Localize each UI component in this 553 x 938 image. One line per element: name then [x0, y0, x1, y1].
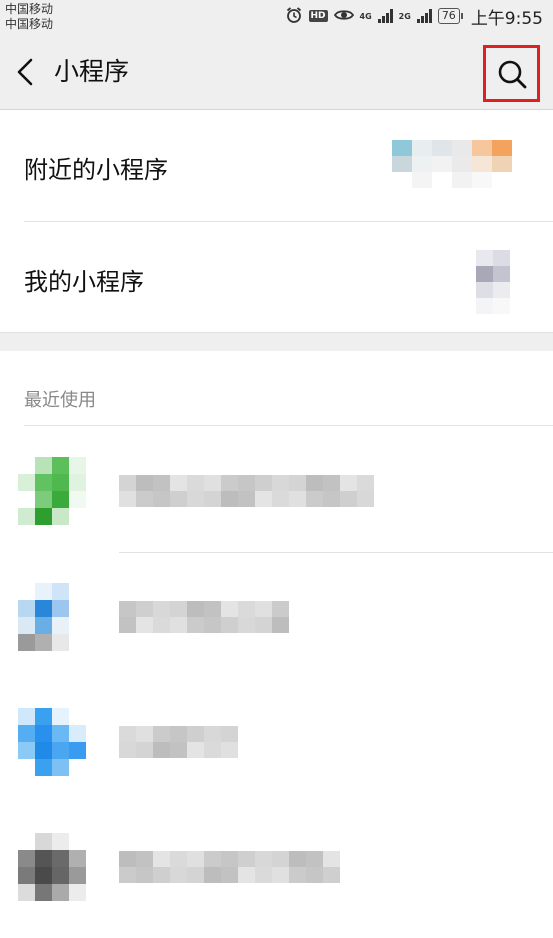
- my-mini-programs-label: 我的小程序: [24, 268, 144, 296]
- mini-program-icon-green: [18, 457, 86, 525]
- recent-item[interactable]: [0, 427, 553, 552]
- clock: 上午9:55: [470, 8, 543, 29]
- section-divider: [24, 425, 553, 426]
- search-icon: [498, 60, 526, 88]
- recent-item-name: [119, 726, 238, 758]
- back-button[interactable]: [8, 52, 42, 92]
- mini-program-icon-lightblue: [18, 708, 86, 776]
- signal-2g-label: 2G: [398, 11, 411, 21]
- signal-2g-icon: [416, 9, 432, 23]
- mini-program-icon-blue: [18, 583, 86, 651]
- my-preview-thumbnail: [476, 250, 510, 314]
- hd-icon: HD: [308, 10, 328, 22]
- nearby-mini-programs-row[interactable]: 附近的小程序: [0, 110, 553, 221]
- eye-icon: [333, 8, 354, 25]
- my-mini-programs-row[interactable]: 我的小程序: [0, 222, 553, 332]
- recent-item-name: [119, 851, 340, 883]
- recent-item-name: [119, 601, 289, 633]
- nearby-mini-programs-label: 附近的小程序: [24, 156, 168, 184]
- recent-item-name: [119, 475, 374, 507]
- search-button[interactable]: [483, 45, 540, 102]
- mini-program-icon-gray: [18, 833, 86, 901]
- page-title: 小程序: [54, 57, 130, 86]
- signal-4g-label: 4G: [359, 11, 372, 21]
- recent-item[interactable]: [0, 678, 553, 803]
- signal-4g-icon: [377, 9, 393, 23]
- nav-bar: 小程序: [0, 36, 553, 110]
- recent-item[interactable]: [0, 803, 553, 928]
- carrier-label-1: 中国移动: [5, 2, 54, 16]
- battery-icon: 76: [437, 8, 463, 24]
- status-bar: 中国移动 中国移动 HD 4G 2G 76 上午9:55: [0, 0, 553, 36]
- recent-item[interactable]: [0, 553, 553, 678]
- battery-level: 76: [437, 8, 460, 24]
- alarm-icon: [285, 6, 303, 27]
- status-icons: HD 4G 2G 76 上午9:55: [285, 5, 543, 29]
- section-spacer: [0, 332, 553, 351]
- nearby-preview-thumbnails: [392, 140, 512, 188]
- carrier-label-2: 中国移动: [5, 17, 54, 31]
- chevron-left-icon: [17, 58, 33, 86]
- recent-section-title: 最近使用: [24, 390, 96, 411]
